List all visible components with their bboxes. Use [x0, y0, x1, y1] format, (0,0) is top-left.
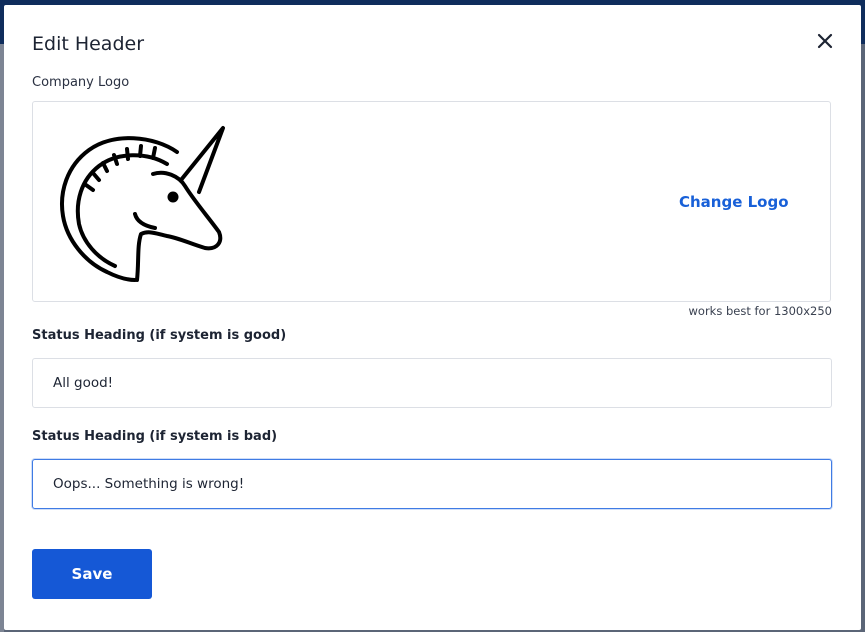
close-button[interactable] [814, 30, 836, 52]
dialog-title: Edit Header [32, 33, 145, 55]
good-status-label: Status Heading (if system is good) [32, 328, 287, 343]
close-icon [817, 33, 833, 49]
company-logo-label: Company Logo [32, 75, 130, 90]
bad-status-label: Status Heading (if system is bad) [32, 429, 278, 444]
bad-status-input[interactable] [32, 459, 832, 509]
unicorn-logo-image [60, 126, 225, 282]
change-logo-link[interactable]: Change Logo [679, 193, 789, 211]
logo-box: Change Logo [32, 101, 831, 302]
logo-size-hint: works best for 1300x250 [688, 304, 833, 318]
edit-header-dialog: Edit Header Company Logo Change Logo wor… [4, 5, 861, 630]
good-status-input[interactable] [32, 358, 832, 408]
save-button[interactable]: Save [32, 549, 152, 599]
